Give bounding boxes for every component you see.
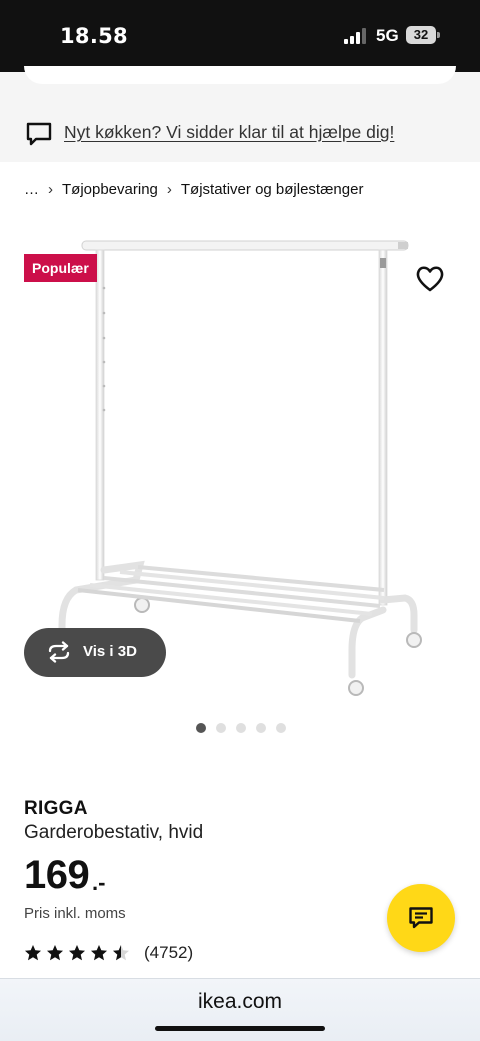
star-icon xyxy=(91,945,107,961)
price-note: Pris inkl. moms xyxy=(24,905,126,922)
chat-button[interactable] xyxy=(387,884,455,952)
view-in-3d-label: Vis i 3D xyxy=(83,643,137,660)
heart-icon[interactable] xyxy=(414,263,446,293)
chevron-right-icon: › xyxy=(48,180,53,198)
product-name: RIGGA xyxy=(24,798,88,819)
carousel-dot[interactable] xyxy=(276,723,286,733)
star-icon xyxy=(69,945,85,961)
popular-badge: Populær xyxy=(24,254,97,282)
battery-icon: 32 xyxy=(406,26,436,44)
review-count: (4752) xyxy=(144,943,194,962)
help-banner[interactable]: Nyt køkken? Vi sidder klar til at hjælpe… xyxy=(0,104,480,162)
network-type: 5G xyxy=(376,26,399,45)
star-icon xyxy=(47,945,63,961)
star-icon xyxy=(25,945,41,961)
product-rating[interactable]: (4752) xyxy=(24,943,193,963)
image-carousel-dots xyxy=(196,723,286,733)
carousel-dot[interactable] xyxy=(256,723,266,733)
product-price: 169 xyxy=(24,853,90,897)
top-card-edge xyxy=(0,66,480,104)
carousel-dot[interactable] xyxy=(216,723,226,733)
star-icon xyxy=(113,945,129,961)
view-in-3d-button[interactable]: Vis i 3D xyxy=(24,628,166,677)
breadcrumb-item-clothes-racks[interactable]: Tøjstativer og bøjlestænger xyxy=(181,181,364,198)
home-indicator[interactable] xyxy=(155,1026,325,1031)
help-link[interactable]: Nyt køkken? Vi sidder klar til at hjælpe… xyxy=(64,122,394,143)
signal-icon xyxy=(344,28,368,44)
carousel-dot[interactable] xyxy=(196,723,206,733)
chat-icon xyxy=(409,907,433,929)
chevron-right-icon: › xyxy=(166,180,172,198)
rating-stars xyxy=(24,944,130,962)
price-suffix: .- xyxy=(92,870,106,895)
browser-address-bar[interactable]: ikea.com xyxy=(0,978,480,1041)
rotate-3d-icon xyxy=(48,641,70,663)
product-description: Garderobestativ, hvid xyxy=(24,822,204,843)
status-time: 18.58 xyxy=(60,24,128,48)
status-bar: 18.58 5G 32 xyxy=(0,0,480,72)
breadcrumb: … › Tøjopbevaring › Tøjstativer og bøjle… xyxy=(24,178,363,200)
url-text[interactable]: ikea.com xyxy=(0,990,480,1014)
chat-bubble-icon xyxy=(26,122,52,146)
breadcrumb-item-clothes-storage[interactable]: Tøjopbevaring xyxy=(62,181,158,198)
breadcrumb-item-ellipsis[interactable]: … xyxy=(24,181,39,198)
carousel-dot[interactable] xyxy=(236,723,246,733)
